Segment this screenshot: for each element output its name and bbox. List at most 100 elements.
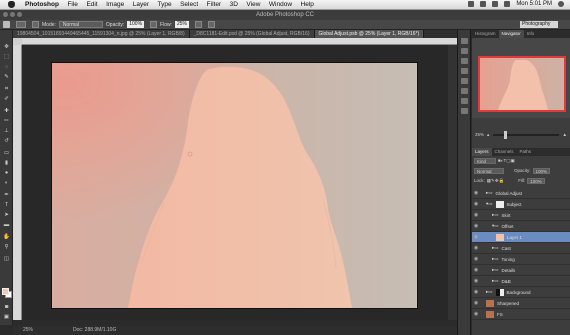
flow-field[interactable]: 25% bbox=[175, 21, 190, 28]
visibility-eye-icon[interactable]: ◉ bbox=[472, 311, 480, 317]
pen-tool-icon[interactable]: ✒ bbox=[3, 192, 10, 198]
layer-row-cast[interactable]: ◉ ▸▭ Cast bbox=[472, 243, 570, 254]
menu-edit[interactable]: Edit bbox=[86, 1, 97, 8]
eraser-tool-icon[interactable]: ▭ bbox=[3, 150, 10, 156]
pressure-size-icon[interactable] bbox=[208, 21, 216, 28]
navigator-zoom-slider[interactable] bbox=[493, 130, 559, 139]
history-panel-icon[interactable] bbox=[461, 38, 468, 44]
lasso-tool-icon[interactable]: ◌ bbox=[3, 64, 10, 70]
layer-row-offset[interactable]: ◉ ▾▭ Offset bbox=[472, 221, 570, 232]
healing-brush-tool-icon[interactable]: ✚ bbox=[3, 108, 10, 114]
blur-tool-icon[interactable]: ● bbox=[3, 170, 10, 176]
path-selection-tool-icon[interactable]: ➤ bbox=[3, 212, 10, 218]
close-window-icon[interactable] bbox=[3, 12, 8, 17]
tab-paths[interactable]: Paths bbox=[517, 148, 535, 156]
airbrush-icon[interactable] bbox=[195, 21, 203, 28]
zoom-tool-icon[interactable]: ⚲ bbox=[3, 244, 10, 250]
minimize-window-icon[interactable] bbox=[10, 12, 15, 17]
tab-layers[interactable]: Layers bbox=[472, 148, 492, 156]
visibility-eye-icon[interactable]: ◉ bbox=[472, 278, 480, 284]
layer-row-global-adjust[interactable]: ◉ ▸▭ Global Adjust bbox=[472, 188, 570, 199]
menu-image[interactable]: Image bbox=[106, 1, 124, 8]
document-image[interactable] bbox=[52, 63, 417, 308]
menu-filter[interactable]: Filter bbox=[207, 1, 221, 8]
menu-3d[interactable]: 3D bbox=[230, 1, 238, 8]
brush-size-picker[interactable] bbox=[16, 21, 26, 28]
layer-thumbnail[interactable] bbox=[486, 310, 494, 318]
fill-field[interactable]: 100% bbox=[527, 177, 545, 184]
vertical-scrollbar[interactable] bbox=[448, 45, 457, 320]
tab-navigator[interactable]: Navigator bbox=[498, 30, 524, 38]
mode-dropdown[interactable]: Normal bbox=[58, 21, 103, 28]
layer-row-layer-1[interactable]: ◉ Layer 1 bbox=[472, 232, 570, 243]
tab-document-active[interactable]: Global Adjust.psb @ 25% (Layer 1, RGB/16… bbox=[314, 30, 425, 38]
menu-layer[interactable]: Layer bbox=[133, 1, 149, 8]
layer-mask-thumbnail[interactable] bbox=[495, 200, 504, 208]
screen-mode-icon[interactable]: ▣ bbox=[3, 314, 10, 320]
lock-all-icon[interactable]: 🔒 bbox=[499, 178, 505, 184]
visibility-eye-icon[interactable]: ◉ bbox=[472, 190, 480, 196]
zoom-in-icon[interactable]: ▲ bbox=[563, 132, 567, 137]
volume-icon[interactable] bbox=[492, 1, 499, 7]
menu-window[interactable]: Window bbox=[269, 1, 292, 8]
layer-row-details[interactable]: ◉ ▸▭ Details bbox=[472, 265, 570, 276]
navigator-preview[interactable] bbox=[478, 56, 566, 112]
hand-tool-icon[interactable]: ✋ bbox=[3, 234, 10, 240]
visibility-eye-icon[interactable]: ◉ bbox=[472, 267, 480, 273]
visibility-eye-icon[interactable]: ◉ bbox=[472, 223, 480, 229]
type-tool-icon[interactable]: T bbox=[3, 202, 10, 208]
gradient-tool-icon[interactable]: ▮ bbox=[3, 160, 10, 166]
foreground-color-swatch[interactable] bbox=[2, 288, 9, 295]
properties-panel-icon[interactable] bbox=[461, 48, 468, 54]
horizontal-ruler[interactable] bbox=[22, 38, 457, 45]
ruler-corner[interactable] bbox=[13, 38, 22, 45]
tab-document-1[interactable]: 19804504_10151893449465445_11591304_n.jp… bbox=[13, 30, 190, 38]
menu-view[interactable]: View bbox=[246, 1, 260, 8]
brush-presets-panel-icon[interactable] bbox=[461, 78, 468, 84]
visibility-eye-icon[interactable]: ◉ bbox=[472, 289, 480, 295]
vertical-ruler[interactable] bbox=[13, 45, 22, 320]
battery-icon[interactable] bbox=[504, 1, 511, 7]
swatches-panel-icon[interactable] bbox=[461, 68, 468, 74]
history-brush-tool-icon[interactable]: ↺ bbox=[3, 138, 10, 144]
layer-row-fs[interactable]: ◉ FS bbox=[472, 309, 570, 320]
opacity-field[interactable]: 100% bbox=[127, 21, 145, 28]
zoom-slider-knob[interactable] bbox=[503, 130, 507, 139]
adjustments-panel-icon[interactable] bbox=[461, 58, 468, 64]
eyedropper-tool-icon[interactable]: ✐ bbox=[3, 96, 10, 102]
wifi-icon[interactable] bbox=[480, 1, 487, 7]
quick-select-tool-icon[interactable]: ✎ bbox=[3, 74, 10, 80]
paragraph-panel-icon[interactable] bbox=[461, 108, 468, 114]
status-doc-size[interactable]: Doc: 288.9M/1.10G bbox=[73, 326, 116, 335]
menu-type[interactable]: Type bbox=[157, 1, 171, 8]
move-tool-icon[interactable]: ✥ bbox=[3, 44, 10, 50]
default-colors-icon[interactable]: ◫ bbox=[3, 256, 10, 262]
filter-smart-icon[interactable]: ▣ bbox=[510, 158, 514, 164]
actions-panel-icon[interactable] bbox=[461, 88, 468, 94]
layer-row-dnb[interactable]: ◉ ▸▭ D&B bbox=[472, 276, 570, 287]
menu-select[interactable]: Select bbox=[180, 1, 198, 8]
pressure-opacity-icon[interactable] bbox=[150, 21, 158, 28]
crop-tool-icon[interactable]: ⌗ bbox=[3, 86, 10, 92]
workspace-dropdown[interactable]: Photography bbox=[520, 21, 558, 28]
layer-row-skirt[interactable]: ◉ ▸▭ Skirt bbox=[472, 210, 570, 221]
tab-channels[interactable]: Channels bbox=[492, 148, 517, 156]
layer-opacity-field[interactable]: 100% bbox=[532, 167, 551, 174]
menubar-clock[interactable]: Mon 5:01 PM bbox=[516, 1, 552, 7]
layer-thumbnail[interactable] bbox=[496, 233, 504, 241]
brush-panel-toggle-icon[interactable] bbox=[32, 21, 39, 28]
layer-kind-filter[interactable]: Kind bbox=[474, 157, 496, 164]
visibility-eye-icon[interactable]: ◉ bbox=[472, 300, 480, 306]
marquee-tool-icon[interactable]: ⬚ bbox=[3, 54, 10, 60]
shape-tool-icon[interactable]: ▬ bbox=[3, 222, 10, 228]
menu-app-name[interactable]: Photoshop bbox=[25, 1, 59, 8]
layer-mask-thumbnail[interactable] bbox=[495, 288, 504, 296]
tab-histogram[interactable]: Histogram bbox=[472, 30, 499, 38]
tab-info[interactable]: Info bbox=[524, 30, 538, 38]
navigator-zoom-value[interactable]: 25% bbox=[475, 132, 484, 137]
visibility-eye-icon[interactable]: ◉ bbox=[472, 201, 480, 207]
zoom-window-icon[interactable] bbox=[17, 12, 22, 17]
spotlight-search-icon[interactable] bbox=[558, 1, 564, 7]
menu-help[interactable]: Help bbox=[301, 1, 314, 8]
zoom-out-icon[interactable]: ▴ bbox=[487, 132, 489, 138]
